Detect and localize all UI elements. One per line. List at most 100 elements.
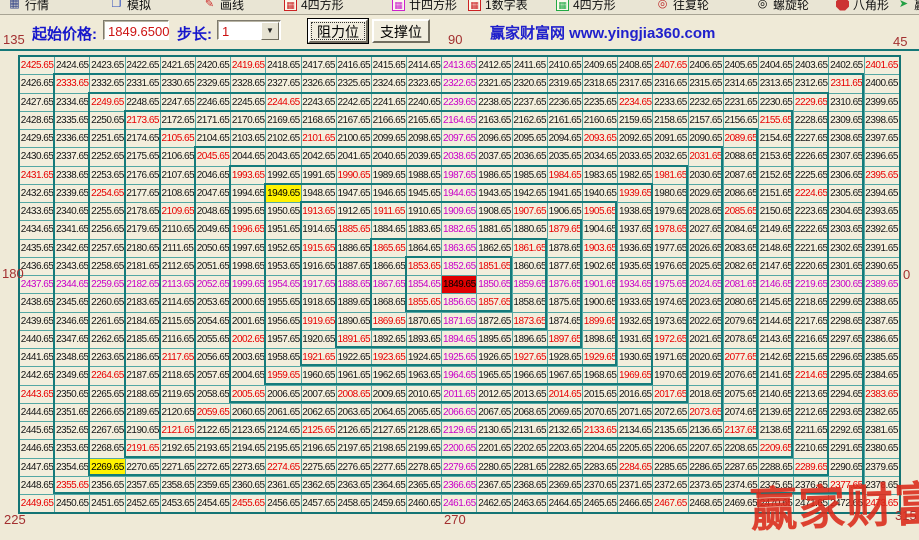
grid-cell[interactable]: 2348.65: [55, 349, 89, 366]
grid-cell[interactable]: 1994.65: [231, 185, 265, 202]
grid-cell[interactable]: 2141.65: [759, 367, 793, 384]
grid-cell[interactable]: 2021.65: [689, 331, 723, 348]
grid-cell[interactable]: 2101.65: [302, 130, 336, 147]
grid-cell[interactable]: 2015.65: [583, 386, 617, 403]
grid-cell[interactable]: 2330.65: [161, 75, 195, 92]
grid-cell[interactable]: 2177.65: [126, 185, 160, 202]
grid-cell[interactable]: 1944.65: [442, 185, 476, 202]
grid-cell[interactable]: 2322.65: [442, 75, 476, 92]
grid-cell[interactable]: 1930.65: [618, 349, 652, 366]
grid-cell[interactable]: 2388.65: [865, 294, 899, 311]
grid-cell[interactable]: 2028.65: [689, 203, 723, 220]
toolbar-item-4四方形[interactable]: ▦4四方形: [284, 0, 344, 14]
grid-cell[interactable]: 2153.65: [759, 148, 793, 165]
grid-cell[interactable]: 2233.65: [653, 94, 687, 111]
grid-cell[interactable]: 2023.65: [689, 294, 723, 311]
grid-cell[interactable]: 1872.65: [477, 313, 511, 330]
grid-cell[interactable]: 2323.65: [407, 75, 441, 92]
grid-cell[interactable]: 2246.65: [196, 94, 230, 111]
grid-cell[interactable]: 2362.65: [302, 477, 336, 494]
grid-cell[interactable]: 2382.65: [865, 404, 899, 421]
grid-cell[interactable]: 2250.65: [90, 112, 124, 129]
grid-cell[interactable]: 2243.65: [302, 94, 336, 111]
grid-cell[interactable]: 2336.65: [55, 130, 89, 147]
grid-cell[interactable]: 2102.65: [266, 130, 300, 147]
grid-cell[interactable]: 2386.65: [865, 331, 899, 348]
grid-cell[interactable]: 1971.65: [653, 349, 687, 366]
grid-cell[interactable]: 2175.65: [126, 148, 160, 165]
grid-cell[interactable]: 2328.65: [231, 75, 265, 92]
grid-cell[interactable]: 2431.65: [20, 167, 54, 184]
grid-cell[interactable]: 1909.65: [442, 203, 476, 220]
grid-cell[interactable]: 1851.65: [477, 258, 511, 275]
grid-cell[interactable]: 2075.65: [724, 386, 758, 403]
grid-cell[interactable]: 1974.65: [653, 294, 687, 311]
grid-cell[interactable]: 2087.65: [724, 167, 758, 184]
grid-cell[interactable]: 2168.65: [302, 112, 336, 129]
grid-cell[interactable]: 2235.65: [583, 94, 617, 111]
grid-cell[interactable]: 2167.65: [337, 112, 371, 129]
grid-cell[interactable]: 2305.65: [829, 185, 863, 202]
grid-cell[interactable]: 2110.65: [161, 221, 195, 238]
grid-cell[interactable]: 2355.65: [55, 477, 89, 494]
grid-cell[interactable]: 1853.65: [407, 258, 441, 275]
grid-cell[interactable]: 2199.65: [407, 440, 441, 457]
grid-cell[interactable]: 2426.65: [20, 75, 54, 92]
grid-cell[interactable]: 1986.65: [477, 167, 511, 184]
grid-cell[interactable]: 2012.65: [477, 386, 511, 403]
grid-cell[interactable]: 2448.65: [20, 477, 54, 494]
grid-cell[interactable]: 2209.65: [759, 440, 793, 457]
grid-cell[interactable]: 2060.65: [231, 404, 265, 421]
grid-cell[interactable]: 2443.65: [20, 386, 54, 403]
grid-cell[interactable]: 2106.65: [161, 148, 195, 165]
grid-cell[interactable]: 2047.65: [196, 185, 230, 202]
grid-cell[interactable]: 2454.65: [196, 495, 230, 512]
grid-cell[interactable]: 2083.65: [724, 240, 758, 257]
grid-cell[interactable]: 1966.65: [513, 367, 547, 384]
grid-cell[interactable]: 2456.65: [266, 495, 300, 512]
grid-cell[interactable]: 2109.65: [161, 203, 195, 220]
grid-cell[interactable]: 2171.65: [196, 112, 230, 129]
grid-cell[interactable]: 2007.65: [302, 386, 336, 403]
grid-cell[interactable]: 2429.65: [20, 130, 54, 147]
grid-cell[interactable]: 1915.65: [302, 240, 336, 257]
grid-cell[interactable]: 2040.65: [372, 148, 406, 165]
grid-cell[interactable]: 2350.65: [55, 386, 89, 403]
grid-cell[interactable]: 2029.65: [689, 185, 723, 202]
grid-cell[interactable]: 2313.65: [759, 75, 793, 92]
grid-cell[interactable]: 1852.65: [442, 258, 476, 275]
grid-cell[interactable]: 2161.65: [548, 112, 582, 129]
grid-cell[interactable]: 1882.65: [442, 221, 476, 238]
grid-cell[interactable]: 2104.65: [196, 130, 230, 147]
grid-cell[interactable]: 2114.65: [161, 294, 195, 311]
grid-cell[interactable]: 1927.65: [513, 349, 547, 366]
grid-cell[interactable]: 2325.65: [337, 75, 371, 92]
grid-cell[interactable]: 1985.65: [513, 167, 547, 184]
grid-cell[interactable]: 2218.65: [794, 294, 828, 311]
grid-cell[interactable]: 2113.65: [161, 276, 195, 293]
grid-cell[interactable]: 2130.65: [477, 422, 511, 439]
grid-cell[interactable]: 2217.65: [794, 313, 828, 330]
grid-cell[interactable]: 2391.65: [865, 240, 899, 257]
grid-cell[interactable]: 2253.65: [90, 167, 124, 184]
grid-cell[interactable]: 2317.65: [618, 75, 652, 92]
grid-cell[interactable]: 2164.65: [442, 112, 476, 129]
grid-cell[interactable]: 2067.65: [477, 404, 511, 421]
grid-cell[interactable]: 2412.65: [477, 57, 511, 74]
grid-cell[interactable]: 2384.65: [865, 367, 899, 384]
grid-cell[interactable]: 1949.65: [266, 185, 300, 202]
grid-cell[interactable]: 2180.65: [126, 240, 160, 257]
grid-cell[interactable]: 2051.65: [196, 258, 230, 275]
grid-cell[interactable]: 2400.65: [865, 75, 899, 92]
grid-cell[interactable]: 1907.65: [513, 203, 547, 220]
grid-cell[interactable]: 1947.65: [337, 185, 371, 202]
grid-cell[interactable]: 2339.65: [55, 185, 89, 202]
grid-cell[interactable]: 2462.65: [477, 495, 511, 512]
grid-cell[interactable]: 2333.65: [55, 75, 89, 92]
grid-cell[interactable]: 1992.65: [266, 167, 300, 184]
grid-cell[interactable]: 2283.65: [583, 459, 617, 476]
grid-cell[interactable]: 1884.65: [372, 221, 406, 238]
grid-cell[interactable]: 2307.65: [829, 148, 863, 165]
grid-cell[interactable]: 2440.65: [20, 331, 54, 348]
grid-cell[interactable]: 1958.65: [266, 349, 300, 366]
